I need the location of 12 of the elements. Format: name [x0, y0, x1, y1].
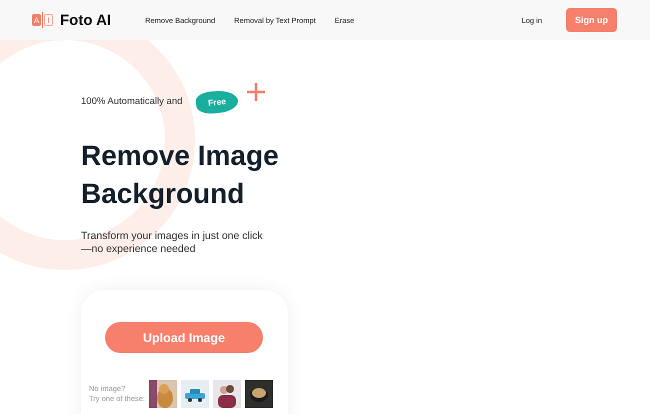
logo-letter: I	[44, 14, 53, 26]
tagline: 100% Automatically and	[81, 96, 182, 106]
sample-photo[interactable]	[181, 380, 210, 408]
page-title: Remove Image Background	[81, 139, 280, 211]
logo-letter: A	[32, 14, 41, 26]
logo[interactable]: A I Foto AI	[32, 12, 112, 28]
free-badge: Free	[195, 88, 240, 116]
subtitle: Transform your images in just one click —no experience needed	[81, 230, 264, 256]
brand-name: Foto AI	[60, 12, 112, 28]
sample-photo[interactable]	[213, 380, 242, 408]
plus-icon	[246, 82, 266, 102]
sample-photo[interactable]	[245, 380, 274, 408]
